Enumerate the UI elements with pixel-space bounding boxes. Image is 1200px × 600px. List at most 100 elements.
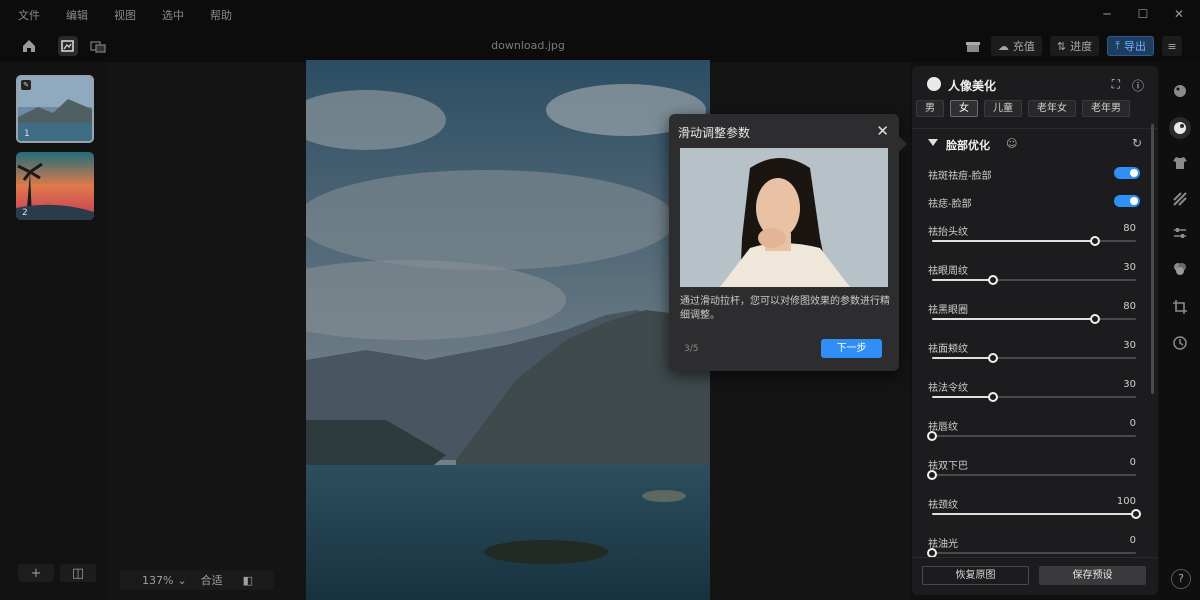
slider-track[interactable] bbox=[932, 314, 1136, 324]
slider-handle[interactable] bbox=[927, 470, 937, 480]
landscape-image bbox=[306, 60, 710, 600]
adjust-icon[interactable] bbox=[1171, 224, 1189, 242]
subject-tags: 男 女 儿童 老年女 老年男 bbox=[916, 100, 1130, 117]
toggle-label: 祛斑祛痘-脸部 bbox=[928, 171, 992, 182]
slider-value: 80 bbox=[1123, 223, 1136, 234]
history-icon[interactable] bbox=[1171, 334, 1189, 352]
texture-icon[interactable] bbox=[1171, 190, 1189, 208]
chevron-down-icon[interactable]: ⌄ bbox=[177, 574, 186, 587]
slider-value: 0 bbox=[1129, 418, 1136, 429]
panel-footer: 恢复原图 保存预设 bbox=[912, 557, 1158, 595]
zoom-level[interactable]: 137% bbox=[142, 574, 173, 587]
menu-bar: 文件 编辑 视图 选中 帮助 ─ ☐ ✕ bbox=[0, 0, 1200, 30]
slider-handle[interactable] bbox=[1090, 314, 1101, 324]
tag-male[interactable]: 男 bbox=[916, 100, 944, 117]
slider-track[interactable] bbox=[927, 548, 1136, 558]
progress-button[interactable]: ⇅ 进度 bbox=[1049, 36, 1100, 56]
compare-icon[interactable]: ◧ bbox=[243, 574, 253, 587]
slider-handle[interactable] bbox=[988, 275, 999, 285]
tag-elderly-female[interactable]: 老年女 bbox=[1028, 100, 1076, 117]
palette-icon[interactable] bbox=[1171, 82, 1189, 100]
thumbnail-number: 2 bbox=[22, 208, 28, 218]
toggle-row: 祛斑祛痘-脸部 bbox=[928, 167, 1140, 182]
slider-fill bbox=[932, 279, 994, 281]
gift-icon[interactable] bbox=[963, 36, 983, 56]
section-header[interactable]: 脸部优化 ☺ ↻ bbox=[912, 128, 1158, 156]
more-menu-icon[interactable]: ≡ bbox=[1162, 36, 1182, 56]
slider-handle[interactable] bbox=[988, 353, 999, 363]
thumbnail-2[interactable]: 2 bbox=[16, 152, 94, 220]
slider-track[interactable] bbox=[927, 470, 1136, 480]
reset-icon[interactable]: ↻ bbox=[1132, 136, 1142, 150]
thumbnail-number: 1 bbox=[24, 129, 30, 139]
tag-female[interactable]: 女 bbox=[950, 100, 978, 117]
close-icon[interactable]: ✕ bbox=[876, 122, 889, 140]
menu-help[interactable]: 帮助 bbox=[210, 7, 232, 23]
panel-toggle-icon[interactable]: ◫ bbox=[60, 564, 96, 582]
maximize-icon[interactable]: ☐ bbox=[1136, 7, 1150, 21]
clothes-icon[interactable] bbox=[1171, 154, 1189, 172]
close-window-icon[interactable]: ✕ bbox=[1172, 7, 1186, 21]
app-window: 文件 编辑 视图 选中 帮助 ─ ☐ ✕ download.jpg ☁ 充值 ⇅… bbox=[0, 0, 1200, 600]
slider-handle[interactable] bbox=[927, 431, 937, 441]
slider-handle[interactable] bbox=[1131, 509, 1141, 519]
toggle-switch[interactable] bbox=[1114, 195, 1140, 207]
slider-label: 祛黑眼圈 bbox=[928, 305, 968, 316]
export-button[interactable]: ⤒ 导出 bbox=[1107, 36, 1154, 56]
progress-icon: ⇅ bbox=[1056, 39, 1067, 53]
caret-down-icon[interactable] bbox=[928, 139, 938, 146]
minimize-icon[interactable]: ─ bbox=[1100, 7, 1114, 21]
slider-value: 30 bbox=[1123, 340, 1136, 351]
slider-track[interactable] bbox=[932, 275, 1136, 285]
slider-handle[interactable] bbox=[988, 392, 999, 402]
slider-track[interactable] bbox=[932, 509, 1141, 519]
main-photo[interactable] bbox=[306, 60, 710, 600]
face-detect-icon[interactable]: ⛶ bbox=[1112, 77, 1120, 94]
slider-track[interactable] bbox=[932, 236, 1136, 246]
toolbar: download.jpg ☁ 充值 ⇅ 进度 ⤒ 导出 ≡ bbox=[0, 30, 1200, 62]
export-label: 导出 bbox=[1124, 40, 1146, 53]
file-name: download.jpg bbox=[491, 39, 565, 52]
tag-elderly-male[interactable]: 老年男 bbox=[1082, 100, 1130, 117]
portrait-icon bbox=[927, 77, 941, 91]
menu-select[interactable]: 选中 bbox=[162, 7, 184, 23]
slider-fill bbox=[932, 396, 994, 398]
scrollbar[interactable] bbox=[1151, 124, 1154, 394]
info-icon[interactable]: ⓘ bbox=[1132, 77, 1144, 94]
help-icon[interactable]: ? bbox=[1171, 569, 1191, 589]
slider-label: 祛唇纹 bbox=[928, 422, 958, 433]
recharge-button[interactable]: ☁ 充值 bbox=[990, 36, 1042, 56]
slider-row: 祛法令纹 30 bbox=[928, 379, 1140, 402]
export-icon: ⤒ bbox=[1115, 39, 1120, 52]
fit-button[interactable]: 合适 bbox=[201, 572, 223, 588]
slider-track[interactable] bbox=[927, 431, 1136, 441]
menu-file[interactable]: 文件 bbox=[18, 7, 40, 23]
slider-fill bbox=[932, 357, 994, 359]
guide-title: 滑动调整参数 bbox=[678, 126, 751, 140]
portrait-beauty-icon[interactable] bbox=[1169, 117, 1191, 139]
save-preset-button[interactable]: 保存预设 bbox=[1039, 566, 1146, 585]
slider-row: 祛双下巴 0 bbox=[927, 457, 1140, 480]
slider-track[interactable] bbox=[932, 353, 1136, 363]
slider-label: 祛抬头纹 bbox=[928, 227, 968, 238]
add-image-button[interactable]: + bbox=[18, 564, 54, 582]
restore-original-button[interactable]: 恢复原图 bbox=[922, 566, 1029, 585]
color-icon[interactable] bbox=[1171, 260, 1189, 278]
slider-track[interactable] bbox=[932, 392, 1136, 402]
menu-view[interactable]: 视图 bbox=[114, 7, 136, 23]
crop-icon[interactable] bbox=[1171, 298, 1189, 316]
slider-handle[interactable] bbox=[1090, 236, 1101, 246]
slider-value: 80 bbox=[1123, 301, 1136, 312]
progress-label: 进度 bbox=[1070, 40, 1093, 53]
slider-label: 祛双下巴 bbox=[928, 461, 968, 472]
tag-child[interactable]: 儿童 bbox=[984, 100, 1022, 117]
slider-value: 30 bbox=[1123, 379, 1136, 390]
menu-edit[interactable]: 编辑 bbox=[66, 7, 88, 23]
edited-icon: ✎ bbox=[21, 80, 31, 90]
toggle-switch[interactable] bbox=[1114, 167, 1140, 179]
slider-row: 祛颈纹 100 bbox=[928, 496, 1141, 519]
thumbnail-1[interactable]: ✎ 1 bbox=[16, 75, 94, 143]
toggle-row: 祛痣-脸部 bbox=[928, 195, 1140, 210]
cloud-icon: ☁ bbox=[997, 39, 1009, 53]
next-step-button[interactable]: 下一步 bbox=[821, 339, 882, 358]
